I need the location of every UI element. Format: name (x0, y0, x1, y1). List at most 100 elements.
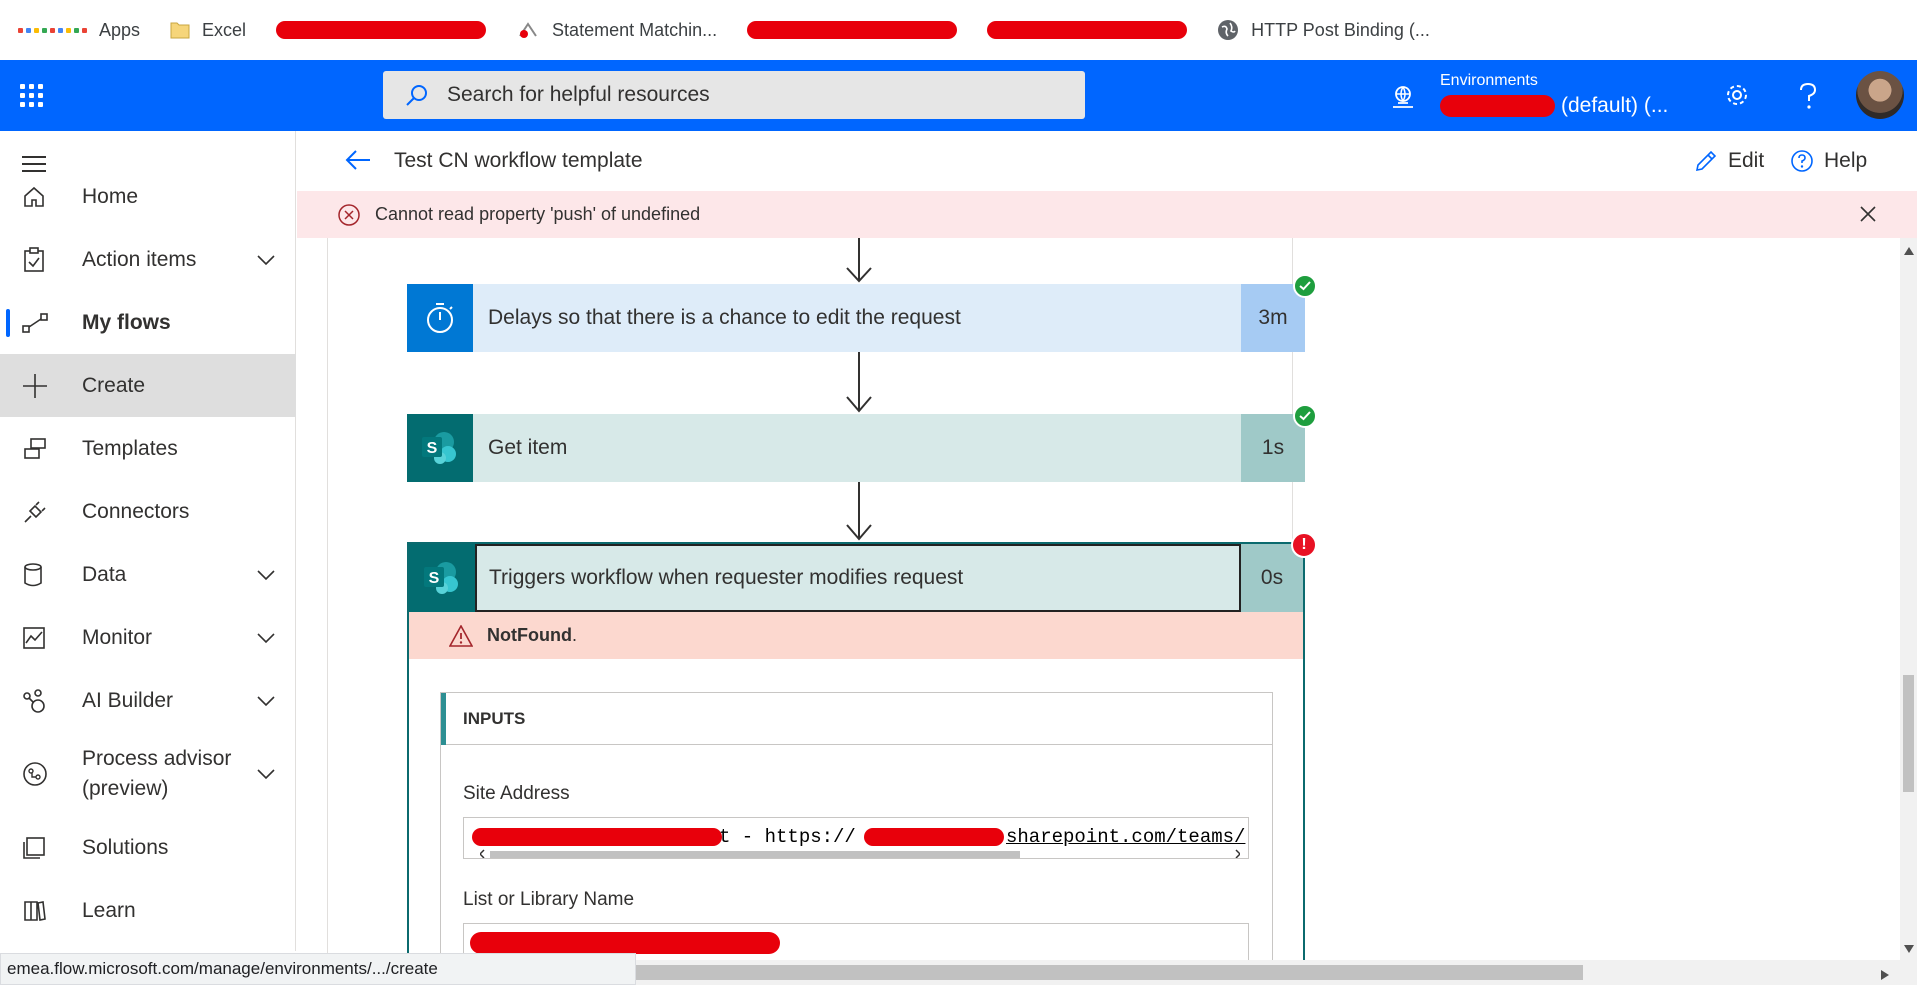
edit-button[interactable]: Edit (1694, 149, 1764, 173)
bookmark-http[interactable]: HTTP Post Binding (... (1217, 19, 1430, 41)
sidebar-item-my-flows[interactable]: My flows (0, 291, 296, 354)
help-question-icon[interactable] (1798, 82, 1818, 115)
redaction-mark (1440, 95, 1555, 117)
step-error-suffix: . (571, 625, 577, 645)
inputs-header[interactable]: INPUTS (441, 693, 1272, 745)
sidebar-item-label: Learn (82, 898, 136, 922)
bookmark-apps[interactable]: Apps (18, 20, 140, 41)
flow-canvas: Delays so that there is a chance to edit… (297, 238, 1900, 960)
bookmark-excel-label: Excel (202, 19, 247, 40)
sidebar-item-solutions[interactable]: Solutions (0, 816, 296, 879)
error-message-bar: Cannot read property 'push' of undefined (297, 191, 1917, 238)
sidebar-item-create[interactable]: Create (0, 354, 296, 417)
horizontal-scrollbar-thumb[interactable] (636, 965, 1583, 980)
environment-picker[interactable]: (default) (... (1440, 94, 1668, 118)
app-header: Search for helpful resources Environment… (0, 60, 1917, 131)
bookmarks-bar: Apps Excel Statement Matchin... HTTP Pos… (0, 0, 1917, 60)
environment-label: Environments (1440, 72, 1538, 89)
redaction-mark (747, 21, 958, 39)
sidebar-item-action-items[interactable]: Action items (0, 228, 296, 291)
book-icon (22, 899, 46, 923)
back-arrow-icon[interactable] (345, 149, 371, 176)
sidebar-item-connectors[interactable]: Connectors (0, 480, 296, 543)
site-address-scrollbar[interactable] (478, 846, 1242, 858)
flow-run-panel: Delays so that there is a chance to edit… (327, 238, 1317, 960)
plus-icon (22, 373, 48, 399)
sidebar-item-label: Templates (82, 436, 178, 460)
redaction-mark (472, 828, 722, 846)
sidebar-item-label: My flows (82, 310, 171, 334)
scroll-right-arrow-icon[interactable] (1881, 967, 1889, 985)
site-address-suffix: sharepoint.com/teams/ (1006, 826, 1246, 848)
sidebar-item-templates[interactable]: Templates (0, 417, 296, 480)
redaction-mark (987, 21, 1188, 39)
list-name-label: List or Library Name (463, 889, 635, 910)
bookmark-redacted-2[interactable] (747, 21, 958, 39)
chevron-down-icon[interactable] (256, 695, 276, 707)
search-icon (405, 83, 429, 107)
monitor-chart-icon (22, 626, 46, 650)
vertical-scrollbar[interactable] (1900, 238, 1917, 960)
search-box[interactable]: Search for helpful resources (383, 71, 1085, 119)
sidebar-item-label-line1: Process advisor (82, 747, 232, 770)
statement-icon (516, 20, 540, 40)
redaction-mark (470, 932, 780, 954)
success-check-icon (1293, 404, 1317, 428)
avatar[interactable] (1856, 71, 1904, 119)
site-address-label: Site Address (463, 783, 570, 804)
bookmark-redacted-1[interactable] (276, 21, 487, 39)
bookmark-statement-label: Statement Matchin... (552, 19, 718, 40)
app-launcher-icon[interactable] (20, 84, 43, 107)
bookmark-statement[interactable]: Statement Matchin... (516, 20, 717, 41)
sidebar-item-label: Monitor (82, 625, 153, 649)
sidebar-item-label: Create (82, 373, 146, 397)
close-icon[interactable] (1859, 205, 1877, 228)
sidebar-item-label-line2: (preview) (82, 777, 169, 800)
chevron-down-icon[interactable] (256, 632, 276, 644)
error-circle-icon (337, 203, 361, 232)
sidebar-item-home[interactable]: Home (0, 165, 296, 228)
sidebar-item-process-advisor[interactable]: Process advisor (preview) (0, 732, 296, 816)
command-bar: Test CN workflow template Edit Help (297, 131, 1917, 191)
sidebar-item-monitor[interactable]: Monitor (0, 606, 296, 669)
sidebar-item-data[interactable]: Data (0, 543, 296, 606)
sidebar-item-label: Data (82, 562, 127, 586)
home-icon (22, 185, 46, 209)
error-exclamation-icon: ! (1291, 532, 1317, 558)
database-icon (22, 562, 44, 588)
ai-builder-icon (22, 688, 48, 714)
settings-gear-icon[interactable] (1724, 82, 1750, 113)
help-button-label: Help (1824, 149, 1868, 172)
page-title: Test CN workflow template (394, 149, 643, 172)
globe-icon (1217, 19, 1239, 41)
vertical-scrollbar-thumb[interactable] (1903, 675, 1914, 792)
flow-step-delay[interactable]: Delays so that there is a chance to edit… (407, 274, 1317, 352)
environment-icon[interactable] (1390, 84, 1416, 115)
bookmark-excel[interactable]: Excel (170, 20, 246, 41)
sidebar-item-ai-builder[interactable]: AI Builder (0, 669, 296, 732)
sidebar-item-learn[interactable]: Learn (0, 879, 296, 942)
sharepoint-icon: S (409, 544, 475, 612)
inputs-section: INPUTS Site Address t - https:// sharepo… (440, 692, 1273, 960)
flow-step-get-item[interactable]: S Get item 1s (407, 404, 1317, 482)
environment-name: (default) (... (1561, 94, 1669, 117)
site-address-field[interactable]: t - https:// sharepoint.com/teams/ (463, 817, 1249, 859)
scroll-up-arrow-icon[interactable] (1904, 242, 1914, 260)
horizontal-scrollbar[interactable] (636, 960, 1917, 985)
timer-icon (407, 284, 473, 352)
flow-step-trigger[interactable]: S Triggers workflow when requester modif… (409, 544, 1303, 612)
chevron-down-icon[interactable] (256, 254, 276, 266)
redaction-mark (864, 828, 1004, 846)
bookmark-redacted-3[interactable] (987, 21, 1188, 39)
help-circle-icon (1790, 149, 1814, 173)
bookmark-apps-label: Apps (99, 19, 141, 40)
redaction-mark (276, 21, 487, 39)
warning-triangle-icon (449, 624, 473, 647)
plug-icon (22, 499, 48, 525)
chevron-down-icon[interactable] (256, 569, 276, 581)
chevron-down-icon[interactable] (256, 768, 276, 780)
pencil-icon (1694, 149, 1718, 173)
scroll-down-arrow-icon[interactable] (1904, 940, 1914, 958)
help-button[interactable]: Help (1790, 149, 1867, 173)
apps-grid-icon (18, 27, 87, 33)
